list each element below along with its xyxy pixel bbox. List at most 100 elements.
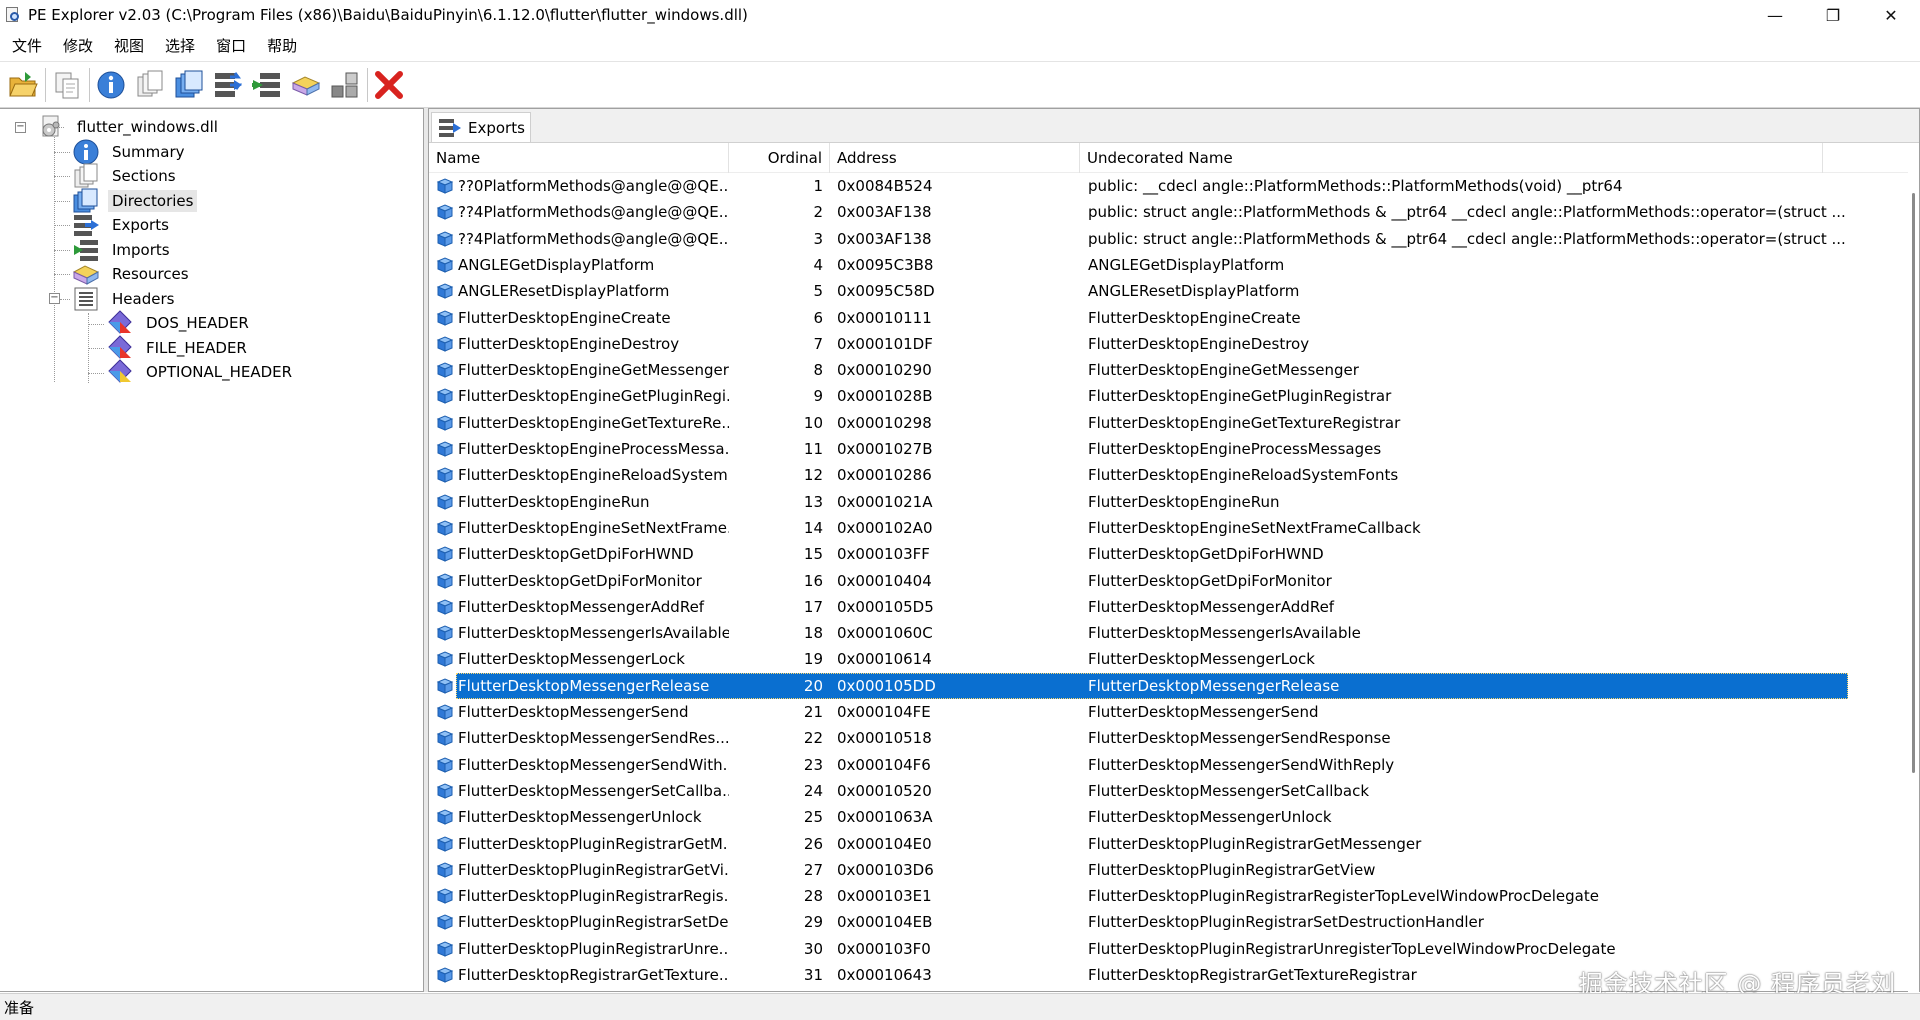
table-row[interactable]: ??4PlatformMethods@angle@@QE... 3 0x003A…: [429, 226, 1909, 252]
tree-item-sections[interactable]: Sections: [72, 162, 180, 190]
cell-ordinal: 21: [803, 703, 823, 721]
tree-root-file[interactable]: flutter_windows.dll: [37, 113, 222, 141]
close-button[interactable]: ✕: [1862, 0, 1920, 30]
tree-item-dos-header[interactable]: DOS_HEADER: [106, 309, 253, 337]
column-header-name[interactable]: Name: [429, 143, 729, 173]
cell-name-text: FlutterDesktopEngineRun: [458, 492, 650, 511]
menu-view[interactable]: 视图: [105, 35, 153, 56]
copy-icon[interactable]: [50, 67, 84, 103]
sections-icon[interactable]: [133, 67, 167, 103]
table-row[interactable]: ANGLEResetDisplayPlatform 5 0x0095C58D A…: [429, 278, 1909, 304]
layout-icon[interactable]: [328, 67, 362, 103]
headers-collapse-toggle[interactable]: −: [49, 293, 60, 304]
table-row[interactable]: FlutterDesktopMessengerAddRef 17 0x00010…: [429, 594, 1909, 620]
table-row[interactable]: FlutterDesktopEngineRun 13 0x0001021A Fl…: [429, 489, 1909, 515]
cell-name: FlutterDesktopEngineReloadSystem...: [429, 466, 729, 484]
exports-icon: [439, 118, 461, 137]
status-text: 准备: [4, 998, 35, 1017]
column-header-undecorated[interactable]: Undecorated Name: [1080, 143, 1823, 173]
menu-help[interactable]: 帮助: [258, 35, 306, 56]
table-row[interactable]: FlutterDesktopMessengerSendWith... 23 0x…: [429, 752, 1909, 778]
vertical-scrollbar[interactable]: [1908, 143, 1919, 993]
cell-address: 0x0001060C: [837, 624, 933, 643]
cell-address: 0x00010111: [837, 308, 932, 327]
table-row[interactable]: ANGLEGetDisplayPlatform 4 0x0095C3B8 ANG…: [429, 252, 1909, 278]
exports-icon[interactable]: [211, 67, 245, 103]
cell-name-text: ??4PlatformMethods@angle@@QE...: [458, 229, 729, 248]
cell-ordinal: 25: [803, 808, 823, 827]
table-row[interactable]: FlutterDesktopEngineSetNextFrame... 14 0…: [429, 515, 1909, 541]
table-row[interactable]: FlutterDesktopEngineDestroy 7 0x000101DF…: [429, 331, 1909, 357]
menu-window[interactable]: 窗口: [207, 35, 255, 56]
table-row[interactable]: FlutterDesktopPluginRegistrarGetM... 26 …: [429, 831, 1909, 857]
table-row[interactable]: FlutterDesktopEngineGetMessenger 8 0x000…: [429, 357, 1909, 383]
cell-undecorated-name: FlutterDesktopEngineCreate: [1088, 308, 1301, 327]
cell-ordinal: 4: [813, 255, 823, 274]
app-icon[interactable]: [4, 6, 22, 24]
cell-address: 0x00010298: [837, 413, 932, 432]
cell-address: 0x000103F0: [837, 939, 931, 958]
minimize-button[interactable]: —: [1746, 0, 1804, 30]
export-function-icon: [436, 257, 454, 273]
root-collapse-toggle[interactable]: −: [15, 122, 26, 133]
export-function-icon: [436, 914, 454, 931]
cell-ordinal: 22: [803, 729, 823, 748]
table-row[interactable]: FlutterDesktopMessengerRelease 20 0x0001…: [429, 672, 1909, 699]
cell-name: FlutterDesktopMessengerSetCallba...: [429, 782, 729, 800]
tree-connector: [88, 348, 104, 349]
table-row[interactable]: FlutterDesktopMessengerIsAvailable 18 0x…: [429, 620, 1909, 646]
table-row[interactable]: FlutterDesktopGetDpiForHWND 15 0x000103F…: [429, 541, 1909, 567]
tree-item-label: Directories: [108, 190, 198, 212]
cell-address: 0x000103E1: [837, 887, 932, 906]
cell-name-text: FlutterDesktopEngineDestroy: [458, 334, 680, 353]
cell-undecorated-name: FlutterDesktopEngineGetMessenger: [1088, 361, 1359, 380]
table-row[interactable]: FlutterDesktopMessengerSendRes... 22 0x0…: [429, 725, 1909, 751]
cell-name: ??0PlatformMethods@angle@@QE...: [429, 177, 729, 195]
column-header-address[interactable]: Address: [830, 143, 1080, 173]
table-row[interactable]: FlutterDesktopPluginRegistrarSetDe... 29…: [429, 909, 1909, 935]
table-row[interactable]: FlutterDesktopMessengerSend 21 0x000104F…: [429, 699, 1909, 725]
tree-item-label: Headers: [112, 290, 175, 308]
header-diamond-icon: [108, 359, 132, 383]
tab-exports[interactable]: Exports: [431, 112, 531, 142]
table-row[interactable]: FlutterDesktopPluginRegistrarUnre... 30 …: [429, 936, 1909, 962]
table-row[interactable]: FlutterDesktopPluginRegistrarGetVi... 27…: [429, 857, 1909, 883]
tree-panel: − flutter_windows.dll Summary Sections D…: [0, 108, 424, 992]
imports-icon[interactable]: [250, 67, 284, 103]
table-row[interactable]: FlutterDesktopEngineCreate 6 0x00010111 …: [429, 305, 1909, 331]
column-header-ordinal[interactable]: Ordinal: [729, 143, 830, 173]
table-row[interactable]: FlutterDesktopGetDpiForMonitor 16 0x0001…: [429, 568, 1909, 594]
table-row[interactable]: ??4PlatformMethods@angle@@QE... 2 0x003A…: [429, 199, 1909, 225]
cell-undecorated-name: FlutterDesktopMessengerSend: [1088, 703, 1319, 721]
tree-item-exports[interactable]: Exports: [72, 211, 173, 239]
table-row[interactable]: FlutterDesktopEngineReloadSystem... 12 0…: [429, 462, 1909, 488]
cell-name: FlutterDesktopMessengerLock: [429, 650, 729, 668]
table-row[interactable]: ??0PlatformMethods@angle@@QE... 1 0x0084…: [429, 173, 1909, 199]
cell-address: 0x000105DD: [837, 676, 936, 695]
table-row[interactable]: FlutterDesktopPluginRegistrarRegis... 28…: [429, 883, 1909, 909]
cell-name: FlutterDesktopMessengerSendRes...: [429, 729, 729, 747]
scrollbar-thumb[interactable]: [1912, 193, 1915, 773]
table-row[interactable]: FlutterDesktopEngineProcessMessa... 11 0…: [429, 436, 1909, 462]
cell-address: 0x000104FE: [837, 703, 931, 721]
tree-item-optional-header[interactable]: OPTIONAL_HEADER: [106, 358, 296, 386]
info-icon[interactable]: [94, 67, 128, 103]
cell-ordinal: 7: [813, 334, 823, 353]
cell-name: FlutterDesktopMessengerIsAvailable: [429, 624, 729, 642]
table-row[interactable]: FlutterDesktopMessengerSetCallba... 24 0…: [429, 778, 1909, 804]
menu-select[interactable]: 选择: [156, 35, 204, 56]
open-icon[interactable]: [6, 67, 40, 103]
cell-address: 0x000102A0: [837, 518, 933, 537]
table-row[interactable]: FlutterDesktopMessengerLock 19 0x0001061…: [429, 646, 1909, 672]
resources-icon[interactable]: [289, 67, 323, 103]
table-row[interactable]: FlutterDesktopMessengerUnlock 25 0x00010…: [429, 804, 1909, 830]
restore-button[interactable]: ❐: [1804, 0, 1862, 30]
menu-edit[interactable]: 修改: [54, 35, 102, 56]
table-row[interactable]: FlutterDesktopEngineGetTextureRe... 10 0…: [429, 410, 1909, 436]
table-row[interactable]: FlutterDesktopEngineGetPluginRegi... 9 0…: [429, 383, 1909, 409]
directories-icon[interactable]: [172, 67, 206, 103]
close-file-icon[interactable]: [372, 67, 406, 103]
tree-item-label: Resources: [112, 265, 189, 283]
menu-file[interactable]: 文件: [3, 35, 51, 56]
tree-item-resources[interactable]: Resources: [72, 260, 193, 288]
